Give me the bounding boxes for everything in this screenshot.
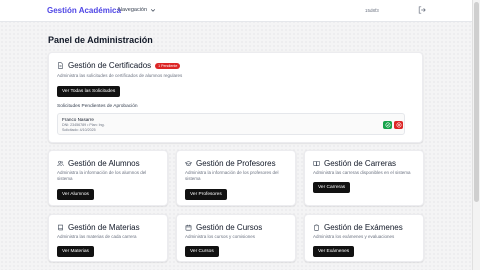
certificates-card: Gestión de Certificados 1 Pendiente Admi… <box>48 52 423 143</box>
professors-header: Gestión de Profesores <box>185 159 276 168</box>
professors-title: Gestión de Profesores <box>196 159 276 168</box>
careers-header: Gestión de Carreras <box>313 159 396 168</box>
view-careers-button[interactable]: Ver Carreras <box>313 182 351 193</box>
clipboard-icon <box>314 224 319 231</box>
view-all-requests-button[interactable]: Ver Todas las Solicitudes <box>57 86 121 97</box>
students-title: Gestión de Alumnos <box>68 159 140 168</box>
courses-title: Gestión de Cursos <box>196 223 263 232</box>
book-open-icon <box>313 161 320 166</box>
user-label: 15d8f3 <box>365 8 379 13</box>
students-description: Administra la información de los alumnos… <box>57 170 147 181</box>
request-dni: DNI: 23456789 • Plan: Ing. <box>62 123 105 127</box>
file-text-icon <box>58 62 63 69</box>
professors-card: Gestión de Profesores Administra la info… <box>176 150 296 206</box>
logout-icon[interactable] <box>418 6 426 14</box>
users-icon <box>57 160 64 167</box>
pending-badge: 1 Pendiente <box>155 62 181 69</box>
top-navbar: Gestión Académica Navegación 15d8f3 <box>0 0 472 22</box>
professors-description: Administra la información de los profeso… <box>185 170 279 181</box>
reject-button[interactable] <box>394 121 403 129</box>
chevron-down-icon <box>150 9 156 12</box>
certificates-header: Gestión de Certificados 1 Pendiente <box>57 61 181 70</box>
certificates-description: Administra las solicitudes de certificad… <box>57 73 183 78</box>
pending-request-item: Franco Nasarre DNI: 23456789 • Plan: Ing… <box>57 113 405 135</box>
navigation-label: Navegación <box>118 7 148 13</box>
careers-title: Gestión de Carreras <box>324 159 397 168</box>
courses-header: Gestión de Cursos <box>185 223 262 232</box>
certificates-title: Gestión de Certificados <box>68 61 152 70</box>
subjects-description: Administra las materias de cada carrera <box>57 234 137 239</box>
scrollbar-thumb[interactable] <box>474 2 479 202</box>
request-student-name: Franco Nasarre <box>62 117 94 122</box>
students-card: Gestión de Alumnos Administra la informa… <box>48 150 168 206</box>
view-subjects-button[interactable]: Ver Materias <box>57 246 94 257</box>
page-scrollbar[interactable] <box>472 0 480 270</box>
courses-card: Gestión de Cursos Administra los cursos … <box>176 214 296 262</box>
approve-button[interactable] <box>383 121 392 129</box>
careers-description: Administra las carreras disponibles en e… <box>313 170 411 175</box>
navigation-dropdown[interactable]: Navegación <box>118 7 156 13</box>
x-circle-icon <box>396 122 401 128</box>
subjects-header: Gestión de Materias <box>57 223 140 232</box>
graduation-cap-icon <box>185 161 192 166</box>
exams-title: Gestión de Exámenes <box>324 223 403 232</box>
brand-title[interactable]: Gestión Académica <box>47 6 121 15</box>
book-icon <box>58 224 63 231</box>
request-date: Solicitado: 4/10/2025 <box>62 128 96 132</box>
exams-header: Gestión de Exámenes <box>313 223 403 232</box>
exams-description: Administra los exámenes y evaluaciones <box>313 234 395 239</box>
careers-card: Gestión de Carreras Administra las carre… <box>304 150 424 206</box>
subjects-card: Gestión de Materias Administra las mater… <box>48 214 168 262</box>
view-exams-button[interactable]: Ver Exámenes <box>313 246 355 257</box>
view-courses-button[interactable]: Ver Cursos <box>185 246 219 257</box>
courses-description: Administra los cursos y comisiones <box>185 234 256 239</box>
pending-requests-heading: Solicitudes Pendientes de Aprobación <box>57 104 138 109</box>
subjects-title: Gestión de Materias <box>68 223 140 232</box>
check-circle-icon <box>385 122 390 128</box>
calendar-icon <box>185 224 192 231</box>
page-title: Panel de Administración <box>48 35 153 45</box>
view-students-button[interactable]: Ver Alumnos <box>57 189 94 200</box>
students-header: Gestión de Alumnos <box>57 159 140 168</box>
exams-card: Gestión de Exámenes Administra los exáme… <box>304 214 424 262</box>
view-professors-button[interactable]: Ver Profesores <box>185 189 227 200</box>
